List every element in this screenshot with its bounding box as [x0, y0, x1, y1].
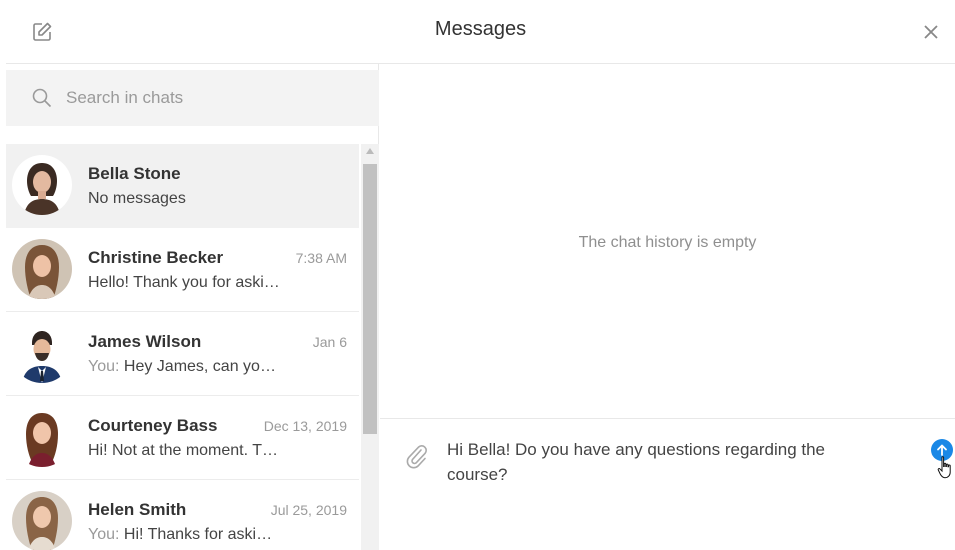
close-button[interactable]: [917, 18, 945, 46]
search-placeholder: Search in chats: [66, 88, 184, 107]
message-composer: Hi Bella! Do you have any questions rega…: [380, 418, 955, 550]
scroll-thumb[interactable]: [363, 164, 377, 434]
avatar: [12, 323, 72, 383]
avatar: [12, 155, 72, 215]
preview-text: Hey James, can yo…: [123, 358, 276, 375]
message-input[interactable]: Hi Bella! Do you have any questions rega…: [447, 437, 867, 487]
empty-history-text: The chat history is empty: [578, 234, 757, 251]
preview-text: Hello! Thank you for aski…: [88, 274, 280, 291]
send-button[interactable]: [931, 439, 953, 461]
chat-preview: Hi! Not at the moment. T…: [88, 442, 298, 460]
chat-item-christine-becker[interactable]: Christine Becker 7:38 AM Hello! Thank yo…: [6, 228, 359, 312]
search-input[interactable]: Search in chats: [6, 70, 379, 126]
avatar: [12, 407, 72, 467]
chat-time: Jan 6: [312, 334, 347, 350]
arrow-up-icon: [937, 444, 947, 456]
chat-list: Bella Stone No messages Christine Becker…: [6, 144, 359, 550]
chat-preview: Hello! Thank you for aski…: [88, 274, 298, 292]
chat-name: Courteney Bass: [88, 416, 218, 435]
chat-name: James Wilson: [88, 332, 202, 351]
chat-name: Helen Smith: [88, 500, 187, 519]
preview-text: Hi! Not at the moment. T…: [88, 442, 278, 459]
sender-prefix: You:: [88, 526, 124, 543]
page-title: Messages: [434, 18, 527, 40]
chat-sidebar: Search in chats Bella Stone No messages: [6, 64, 379, 550]
messages-window: Messages Search in chats Bella Stone No …: [6, 0, 955, 550]
avatar: [12, 491, 72, 550]
chat-item-courteney-bass[interactable]: Courteney Bass Dec 13, 2019 Hi! Not at t…: [6, 396, 359, 480]
chat-item-helen-smith[interactable]: Helen Smith Jul 25, 2019 You: Hi! Thanks…: [6, 480, 359, 550]
chat-item-james-wilson[interactable]: James Wilson Jan 6 You: Hey James, can y…: [6, 312, 359, 396]
scroll-up-arrow-icon[interactable]: [366, 148, 374, 154]
conversation-panel: The chat history is empty Hi Bella! Do y…: [380, 64, 955, 550]
chat-list-scrollbar[interactable]: [361, 144, 379, 550]
sender-prefix: You:: [88, 358, 124, 375]
chat-time: 7:38 AM: [295, 250, 347, 266]
search-icon: [32, 88, 52, 108]
chat-preview: You: Hey James, can yo…: [88, 358, 298, 376]
close-icon: [924, 25, 938, 39]
chat-item-bella-stone[interactable]: Bella Stone No messages: [6, 144, 359, 228]
avatar: [12, 239, 72, 299]
chat-preview: No messages: [88, 190, 298, 208]
paperclip-icon: [406, 445, 427, 469]
attach-button[interactable]: [404, 441, 428, 469]
chat-preview: You: Hi! Thanks for aski…: [88, 526, 298, 544]
preview-text: Hi! Thanks for aski…: [123, 526, 273, 543]
chat-name: Christine Becker: [88, 248, 224, 267]
header-bar: Messages: [6, 0, 955, 64]
preview-text: No messages: [88, 190, 186, 207]
chat-name: Bella Stone: [88, 164, 181, 183]
chat-time: Dec 13, 2019: [263, 418, 347, 434]
chat-time: Jul 25, 2019: [270, 502, 347, 518]
